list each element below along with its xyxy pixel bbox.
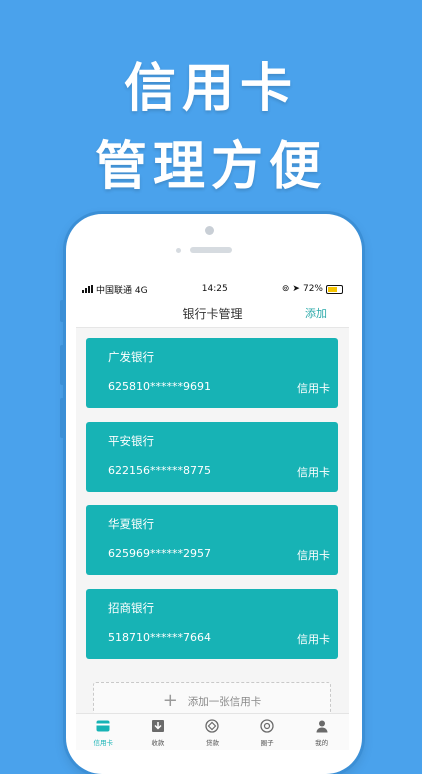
tab-label: 贷款 (205, 739, 219, 747)
promo-headline-line1: 信用卡 (123, 59, 298, 119)
app-screen: 中国联通 4G 14:25 ⊚ ➤ 72% 银行卡管理 添加 广发银行 6258… (76, 279, 349, 750)
tab-circle[interactable]: 圈子 (242, 714, 292, 750)
card-number: 622156******8775 (108, 464, 211, 477)
card-icon (95, 718, 111, 734)
bank-name: 广发银行 (108, 350, 154, 364)
circle-icon (259, 718, 275, 734)
nav-bar: 银行卡管理 添加 (76, 299, 349, 328)
plus-icon: + (162, 690, 178, 711)
status-bar: 中国联通 4G 14:25 ⊚ ➤ 72% (76, 279, 349, 299)
add-credit-card-label: 添加一张信用卡 (187, 695, 262, 708)
card-type: 信用卡 (297, 382, 330, 395)
tab-label: 圈子 (260, 739, 274, 747)
bank-card[interactable]: 平安银行 622156******8775 信用卡 (86, 422, 338, 492)
card-type: 信用卡 (297, 466, 330, 479)
carrier-label: 中国联通 4G (96, 285, 148, 296)
clock: 14:25 (201, 284, 228, 294)
user-icon (314, 718, 330, 734)
card-type: 信用卡 (297, 633, 330, 646)
tab-mine[interactable]: 我的 (297, 714, 347, 750)
tab-label: 我的 (315, 739, 329, 747)
card-type: 信用卡 (297, 549, 330, 562)
location-icon: ➤ (292, 284, 300, 294)
signal-icon (82, 285, 93, 293)
lock-rotation-icon: ⊚ (281, 284, 290, 294)
tab-label: 收款 (151, 739, 165, 747)
phone-camera (205, 226, 214, 235)
battery-icon (325, 284, 343, 294)
bank-card[interactable]: 招商银行 518710******7664 信用卡 (86, 589, 338, 659)
tab-label: 信用卡 (93, 739, 114, 747)
tab-receive[interactable]: 收款 (133, 714, 183, 750)
bank-card[interactable]: 华夏银行 625969******2957 信用卡 (86, 505, 338, 575)
promo-headline-line2: 管理方便 (94, 137, 327, 197)
phone-sensor (176, 248, 181, 253)
bank-card[interactable]: 广发银行 625810******9691 信用卡 (86, 338, 338, 408)
tab-bar: 信用卡 收款 贷款 圈子 我的 (76, 713, 349, 750)
card-number: 518710******7664 (108, 631, 211, 644)
phone-volume-up (60, 345, 65, 385)
battery-percent: 72% (302, 284, 323, 294)
phone-volume-down (60, 398, 65, 438)
card-number: 625810******9691 (108, 380, 211, 393)
tab-loan[interactable]: 贷款 (187, 714, 237, 750)
tab-credit-card[interactable]: 信用卡 (78, 714, 128, 750)
add-button[interactable]: 添加 (305, 305, 327, 321)
phone-speaker (190, 247, 232, 253)
card-number: 625969******2957 (108, 547, 211, 560)
bank-name: 华夏银行 (108, 517, 154, 531)
download-icon (150, 718, 166, 734)
phone-mute-switch (60, 300, 65, 322)
bank-name: 招商银行 (108, 601, 154, 615)
coin-icon (204, 718, 220, 734)
bank-name: 平安银行 (108, 434, 154, 448)
